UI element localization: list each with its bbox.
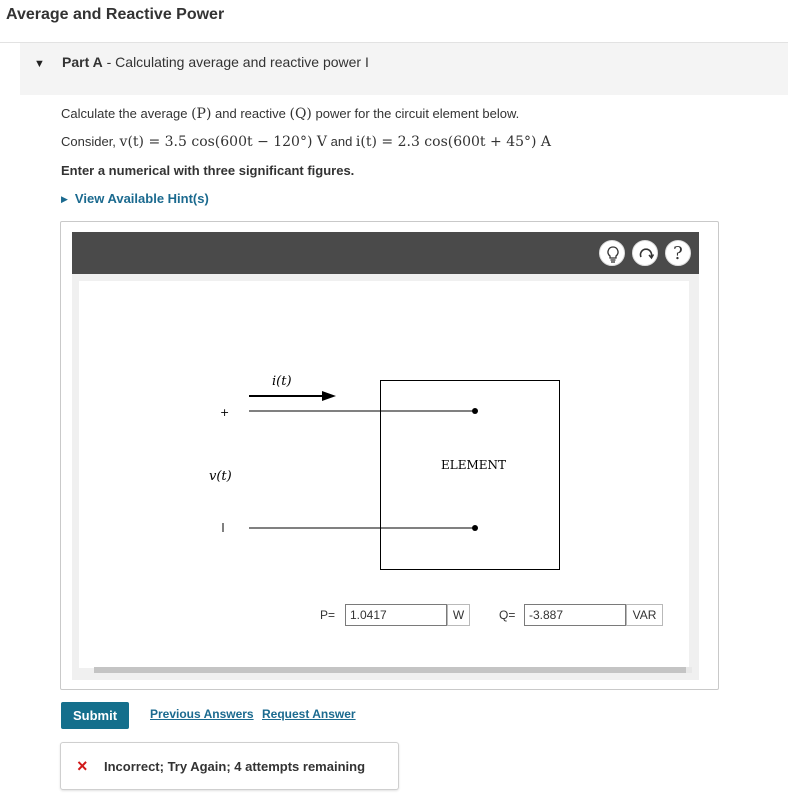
horizontal-scrollbar[interactable] [94,667,692,673]
top-terminal [472,408,478,414]
p-input[interactable] [345,604,447,626]
current-label: i(t) [272,374,292,389]
q-label: Q= [499,608,516,622]
error-x-icon: × [77,756,88,776]
p-label: P= [320,608,336,622]
current-arrow-head [322,391,336,401]
p-unit: W [447,604,470,626]
plus-sign: + [220,406,229,419]
scrollbar-thumb[interactable] [94,667,686,673]
submit-button[interactable]: Submit [61,702,129,729]
q-unit: VAR [626,604,663,626]
q-input[interactable] [524,604,626,626]
previous-answers-link[interactable]: Previous Answers [150,707,254,721]
element-box [380,380,560,570]
element-label: ELEMENT [441,458,506,472]
request-answer-link[interactable]: Request Answer [262,707,356,721]
bottom-terminal [472,525,478,531]
feedback-message: Incorrect; Try Again; 4 attempts remaini… [104,759,366,774]
circuit-diagram: i(t) + v(t) ELEMENT [209,374,560,570]
voltage-label: v(t) [209,469,232,484]
feedback-box: × Incorrect; Try Again; 4 attempts remai… [60,742,399,790]
